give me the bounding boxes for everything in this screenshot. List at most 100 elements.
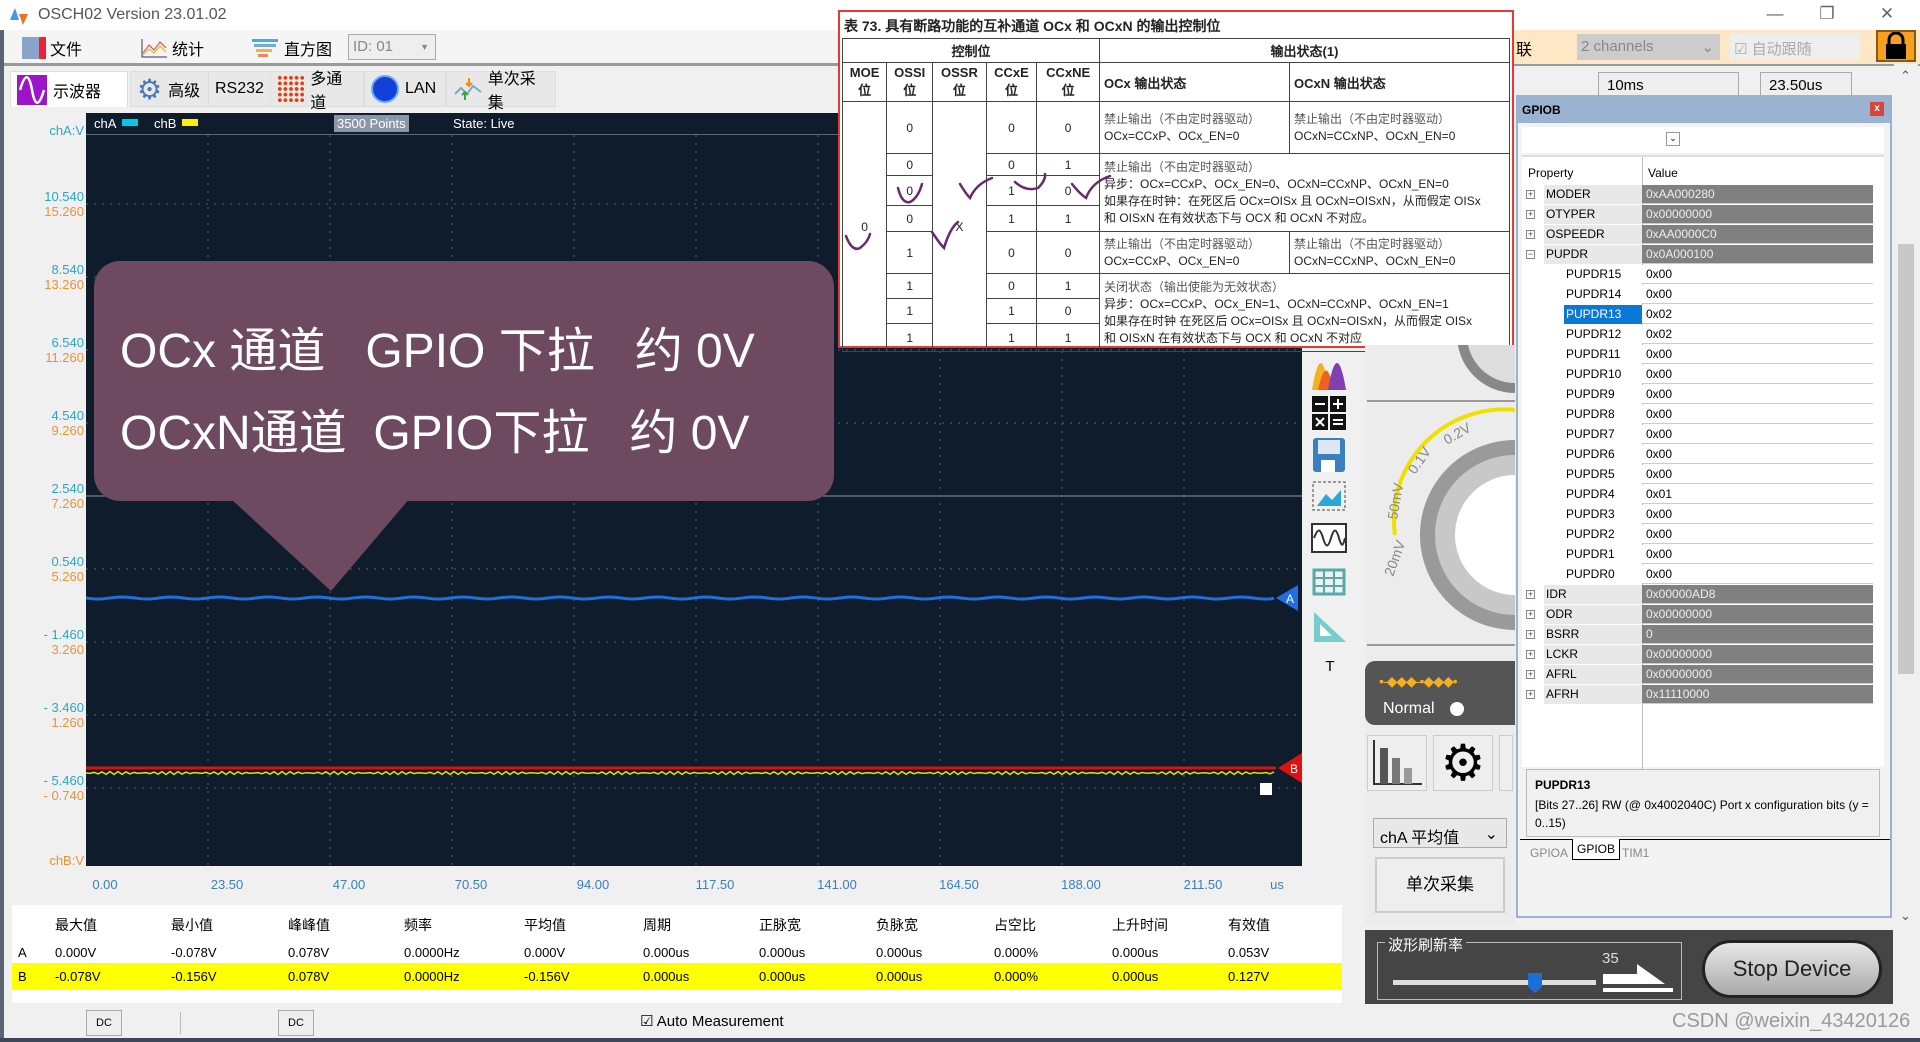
auto-follow-checkbox[interactable]: ☑ 自动跟随	[1730, 34, 1860, 60]
restore-button[interactable]: ❐	[1812, 4, 1842, 24]
expand-icon[interactable]: +	[1526, 230, 1535, 239]
expand-icon[interactable]: +	[1526, 670, 1535, 679]
collapse-icon[interactable]: −	[1526, 250, 1535, 259]
register-value[interactable]: 0x00	[1642, 525, 1873, 544]
register-value[interactable]: 0x00000000	[1642, 205, 1873, 224]
register-row[interactable]: PUPDR14 0x00	[1522, 285, 1877, 305]
register-value[interactable]: 0x00	[1642, 405, 1873, 424]
peripheral-select[interactable]: ⌄	[1522, 127, 1884, 153]
register-row[interactable]: PUPDR11 0x00	[1522, 345, 1877, 365]
register-value[interactable]: 0x00000000	[1642, 645, 1873, 664]
vertical-scrollbar[interactable]: ⌃ ⌄	[1894, 64, 1918, 930]
register-value[interactable]: 0x02	[1642, 305, 1873, 324]
register-row[interactable]: PUPDR13 0x02	[1522, 305, 1877, 325]
register-row[interactable]: PUPDR5 0x00	[1522, 465, 1877, 485]
tab-single-capture[interactable]: 单次采集	[446, 71, 556, 112]
register-row[interactable]: PUPDR15 0x00	[1522, 265, 1877, 285]
screenshot-icon[interactable]	[1310, 478, 1350, 516]
chb-coupling-button[interactable]: DC	[278, 1010, 314, 1036]
register-value[interactable]: 0x00000000	[1642, 605, 1873, 624]
register-value[interactable]: 0x00000AD8	[1642, 585, 1873, 604]
table-icon[interactable]	[1310, 564, 1350, 602]
register-value[interactable]: 0x00	[1642, 385, 1873, 404]
stop-device-button[interactable]: Stop Device	[1702, 940, 1882, 998]
register-value[interactable]: 0	[1642, 625, 1873, 644]
voltage-knob[interactable]: 20mV 50mV 0.1V 0.2V	[1365, 345, 1515, 655]
tab-rs232[interactable]: RS232	[208, 71, 276, 107]
register-value[interactable]: 0x11110000	[1642, 685, 1873, 704]
minimize-button[interactable]: —	[1760, 4, 1790, 24]
close-button[interactable]: ✕	[1872, 4, 1902, 24]
lock-button[interactable]	[1876, 30, 1916, 62]
register-row[interactable]: PUPDR6 0x00	[1522, 445, 1877, 465]
scroll-up-icon[interactable]: ⌃	[1900, 68, 1911, 84]
register-row[interactable]: PUPDR0 0x00	[1522, 565, 1877, 585]
register-row[interactable]: PUPDR1 0x00	[1522, 545, 1877, 565]
register-value[interactable]: 0x0A000100	[1642, 245, 1873, 264]
trigger-mode-panel[interactable]: •-◆◆◆-•◆◆◆• Normal	[1365, 661, 1515, 725]
waveform-icon[interactable]	[1310, 520, 1350, 558]
register-value[interactable]: 0x00	[1642, 285, 1873, 304]
expand-icon[interactable]: +	[1526, 190, 1535, 199]
expand-icon[interactable]: +	[1526, 690, 1535, 699]
file-menu-button[interactable]: 文件	[22, 35, 82, 61]
register-row[interactable]: − PUPDR 0x0A000100	[1522, 245, 1877, 265]
register-row[interactable]: PUPDR10 0x00	[1522, 365, 1877, 385]
register-value[interactable]: 0x00	[1642, 545, 1873, 564]
bar-chart-button[interactable]	[1367, 735, 1427, 791]
tab-tim1[interactable]: TIM1	[1618, 843, 1653, 863]
expand-icon[interactable]: +	[1526, 650, 1535, 659]
cha-coupling-button[interactable]: DC	[86, 1010, 122, 1036]
tab-lan[interactable]: LAN	[364, 71, 446, 107]
stats-button[interactable]: 统计	[140, 35, 204, 61]
time-offset-field[interactable]: 23.50us	[1760, 72, 1852, 96]
calculator-icon[interactable]	[1310, 394, 1350, 432]
tab-oscilloscope[interactable]: 示波器	[10, 71, 128, 107]
register-value[interactable]: 0x02	[1642, 325, 1873, 344]
register-row[interactable]: PUPDR2 0x00	[1522, 525, 1877, 545]
expand-icon[interactable]: +	[1526, 590, 1535, 599]
register-value[interactable]: 0x00000000	[1642, 665, 1873, 684]
register-row[interactable]: + IDR 0x00000AD8	[1522, 585, 1877, 605]
register-row[interactable]: + OTYPER 0x00000000	[1522, 205, 1877, 225]
scroll-down-icon[interactable]: ⌄	[1900, 908, 1911, 924]
tab-multichannel[interactable]: 多通道	[270, 71, 364, 112]
gpio-close-button[interactable]: x	[1870, 102, 1884, 116]
text-icon[interactable]: T	[1310, 658, 1350, 696]
register-row[interactable]: PUPDR7 0x00	[1522, 425, 1877, 445]
register-value[interactable]: 0x01	[1642, 485, 1873, 504]
register-row[interactable]: + OSPEEDR 0xAA0000C0	[1522, 225, 1877, 245]
register-value[interactable]: 0x00	[1642, 465, 1873, 484]
register-row[interactable]: PUPDR4 0x01	[1522, 485, 1877, 505]
register-value[interactable]: 0xAA0000C0	[1642, 225, 1873, 244]
register-row[interactable]: + AFRH 0x11110000	[1522, 685, 1877, 705]
register-value[interactable]: 0x00	[1642, 565, 1873, 584]
expand-icon[interactable]: +	[1526, 630, 1535, 639]
register-row[interactable]: PUPDR9 0x00	[1522, 385, 1877, 405]
register-row[interactable]: PUPDR3 0x00	[1522, 505, 1877, 525]
register-value[interactable]: 0x00	[1642, 345, 1873, 364]
histogram-button[interactable]: 直方图	[250, 35, 332, 61]
register-row[interactable]: PUPDR12 0x02	[1522, 325, 1877, 345]
save-icon[interactable]	[1310, 436, 1350, 474]
expand-icon[interactable]: +	[1526, 210, 1535, 219]
settings-button[interactable]: ⚙	[1433, 735, 1493, 791]
device-id-select[interactable]: ID: 01 ▼	[348, 34, 436, 60]
register-row[interactable]: + AFRL 0x00000000	[1522, 665, 1877, 685]
register-value[interactable]: 0x00	[1642, 425, 1873, 444]
timebase-select[interactable]: 10ms	[1598, 72, 1739, 96]
more-button[interactable]	[1499, 735, 1513, 791]
auto-measurement-checkbox[interactable]: ☑ Auto Measurement	[640, 1012, 784, 1030]
tab-advanced[interactable]: ⚙ 高级	[130, 71, 216, 107]
register-value[interactable]: 0xAA000280	[1642, 185, 1873, 204]
register-row[interactable]: + MODER 0xAA000280	[1522, 185, 1877, 205]
expand-icon[interactable]: +	[1526, 610, 1535, 619]
register-row[interactable]: + LCKR 0x00000000	[1522, 645, 1877, 665]
register-row[interactable]: + BSRR 0	[1522, 625, 1877, 645]
register-row[interactable]: + ODR 0x00000000	[1522, 605, 1877, 625]
register-row[interactable]: PUPDR8 0x00	[1522, 405, 1877, 425]
register-value[interactable]: 0x00	[1642, 265, 1873, 284]
register-value[interactable]: 0x00	[1642, 365, 1873, 384]
single-capture-button[interactable]: 单次采集	[1375, 857, 1505, 913]
register-value[interactable]: 0x00	[1642, 505, 1873, 524]
